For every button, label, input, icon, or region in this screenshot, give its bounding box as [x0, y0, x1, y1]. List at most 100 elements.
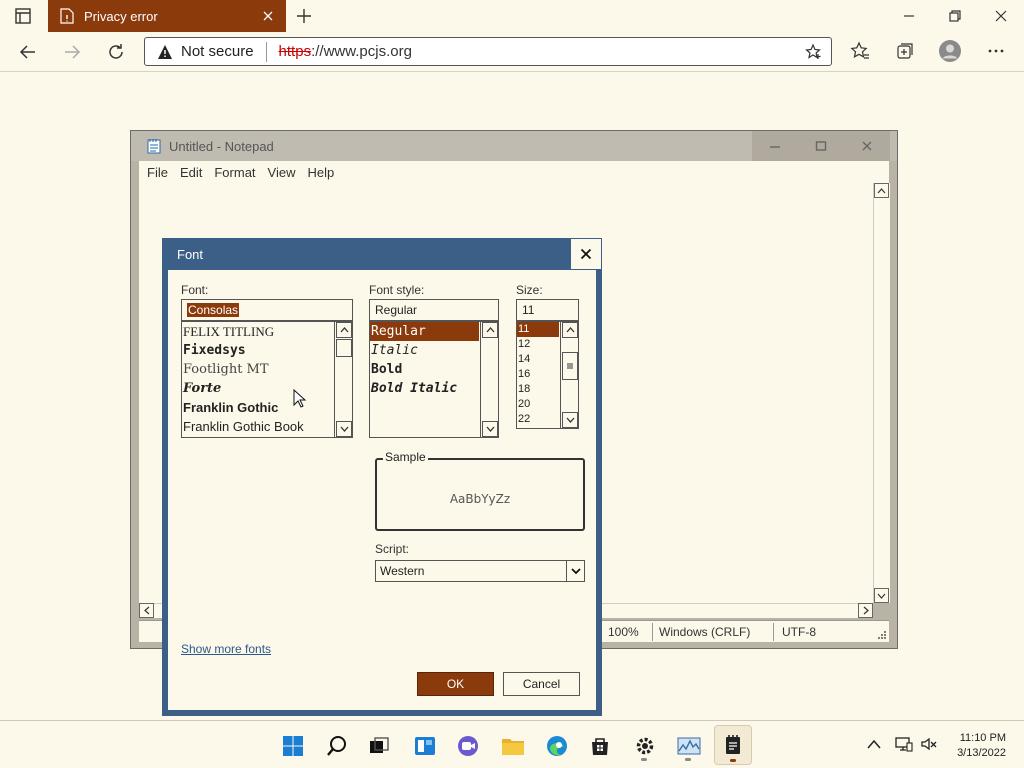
list-item[interactable]: FELIX TITLING	[182, 322, 352, 341]
store-button[interactable]	[583, 729, 617, 763]
script-select[interactable]: Western	[375, 560, 585, 582]
forward-icon[interactable]	[61, 41, 83, 63]
list-item[interactable]: Bold Italic	[370, 379, 498, 398]
scroll-left-icon[interactable]	[139, 603, 154, 618]
scroll-up-icon[interactable]	[336, 322, 352, 338]
close-tab-icon[interactable]	[258, 6, 278, 26]
tab-actions-icon[interactable]	[14, 7, 32, 25]
font-list[interactable]: FELIX TITLING Fixedsys Footlight MT Fort…	[181, 321, 353, 438]
search-button[interactable]	[320, 729, 354, 763]
menu-view[interactable]: View	[268, 165, 296, 180]
list-item[interactable]: Fixedsys	[182, 341, 352, 360]
font-style-list[interactable]: Regular Italic Bold Bold Italic	[369, 321, 499, 438]
url-text[interactable]: https://www.pcjs.org	[279, 43, 412, 60]
font-list-scrollbar[interactable]	[334, 322, 352, 437]
status-encoding: UTF-8	[782, 624, 816, 639]
new-tab-icon[interactable]	[294, 6, 314, 26]
browser-toolbar: Not secure https://www.pcjs.org	[0, 32, 1024, 72]
performance-monitor-icon	[677, 737, 701, 755]
edge-button[interactable]	[540, 729, 574, 763]
notepad-maximize-button[interactable]	[798, 131, 844, 161]
menu-file[interactable]: File	[147, 165, 168, 180]
size-list-scrollbar[interactable]	[560, 322, 578, 428]
list-item[interactable]: Franklin Gothic	[182, 398, 352, 417]
widgets-button[interactable]	[408, 729, 442, 763]
start-button[interactable]	[276, 729, 310, 763]
task-view-button[interactable]	[362, 729, 396, 763]
list-item[interactable]: Forte	[182, 379, 352, 398]
tab-privacy-error[interactable]: Privacy error	[48, 0, 286, 32]
volume-muted-icon[interactable]	[920, 735, 938, 753]
scroll-down-icon[interactable]	[482, 421, 498, 437]
clock-time: 11:10 PM	[959, 732, 1006, 744]
scroll-up-icon[interactable]	[874, 183, 889, 198]
scroll-up-icon[interactable]	[482, 322, 498, 338]
font-dialog-titlebar[interactable]: Font	[162, 238, 602, 270]
profile-avatar-icon[interactable]	[938, 39, 962, 63]
scroll-up-icon[interactable]	[562, 322, 578, 338]
chevron-up-icon[interactable]	[866, 738, 882, 750]
notepad-title: Untitled - Notepad	[169, 138, 274, 154]
collections-icon[interactable]	[895, 41, 915, 61]
close-window-icon[interactable]	[991, 6, 1011, 26]
font-style-input[interactable]: Regular	[369, 299, 499, 321]
scroll-thumb[interactable]	[562, 352, 578, 380]
notepad-icon	[726, 735, 740, 754]
scroll-down-icon[interactable]	[336, 421, 352, 437]
list-item[interactable]: Franklin Gothic Book	[182, 417, 352, 436]
dialog-close-button[interactable]	[570, 238, 602, 270]
display-icon[interactable]	[895, 735, 913, 753]
monitor-app-button[interactable]	[672, 729, 706, 763]
notepad-taskbar-button[interactable]	[714, 725, 752, 765]
cancel-button[interactable]: Cancel	[503, 672, 580, 696]
font-style-scrollbar[interactable]	[480, 322, 498, 437]
chevron-down-icon[interactable]	[566, 561, 584, 581]
tab-title: Privacy error	[84, 8, 158, 24]
menu-edit[interactable]: Edit	[180, 165, 202, 180]
font-name-input[interactable]: Consolas	[181, 299, 353, 321]
add-favorite-icon[interactable]	[805, 43, 823, 61]
gear-icon	[636, 737, 654, 755]
size-value: 11	[522, 303, 535, 317]
menu-format[interactable]: Format	[214, 165, 255, 180]
size-list[interactable]: 11 12 14 16 18 20 22	[516, 321, 579, 429]
active-indicator	[730, 759, 736, 762]
mouse-cursor-icon	[293, 389, 307, 408]
notepad-vertical-scrollbar[interactable]	[873, 183, 890, 603]
show-more-fonts-link[interactable]: Show more fonts	[181, 642, 271, 656]
resize-grip-icon[interactable]	[877, 630, 887, 640]
notepad-close-button[interactable]	[844, 131, 890, 161]
ok-button[interactable]: OK	[417, 672, 494, 696]
favorites-icon[interactable]	[850, 41, 870, 61]
scroll-thumb[interactable]	[336, 339, 352, 357]
size-input[interactable]: 11	[516, 299, 579, 321]
file-explorer-button[interactable]	[496, 729, 530, 763]
back-icon[interactable]	[17, 41, 39, 63]
folder-icon	[502, 739, 524, 755]
search-icon	[327, 736, 346, 756]
list-item[interactable]: Footlight MT	[182, 360, 352, 379]
list-item[interactable]: Bold	[370, 360, 498, 379]
list-item[interactable]: 11	[517, 322, 559, 337]
chat-button[interactable]	[451, 729, 485, 763]
menu-help[interactable]: Help	[307, 165, 334, 180]
security-label[interactable]: Not secure	[181, 43, 254, 60]
address-bar[interactable]: Not secure https://www.pcjs.org	[144, 37, 832, 66]
list-item[interactable]: Italic	[370, 341, 498, 360]
close-icon	[580, 248, 592, 260]
system-clock[interactable]: 11:10 PM 3/13/2022	[957, 731, 1006, 761]
more-options-icon[interactable]	[986, 41, 1006, 61]
notepad-minimize-button[interactable]	[752, 131, 798, 161]
status-line-endings: Windows (CRLF)	[659, 624, 751, 639]
scroll-down-icon[interactable]	[874, 588, 889, 603]
url-host: ://www.pcjs.org	[311, 43, 412, 60]
settings-button[interactable]	[628, 729, 662, 763]
minimize-icon[interactable]	[899, 6, 919, 26]
clock-date: 3/13/2022	[957, 747, 1006, 759]
windows-logo-icon	[283, 736, 303, 756]
refresh-icon[interactable]	[105, 41, 127, 63]
list-item[interactable]: Regular	[370, 322, 479, 341]
scroll-down-icon[interactable]	[562, 412, 578, 428]
scroll-right-icon[interactable]	[858, 603, 873, 618]
restore-icon[interactable]	[945, 6, 965, 26]
